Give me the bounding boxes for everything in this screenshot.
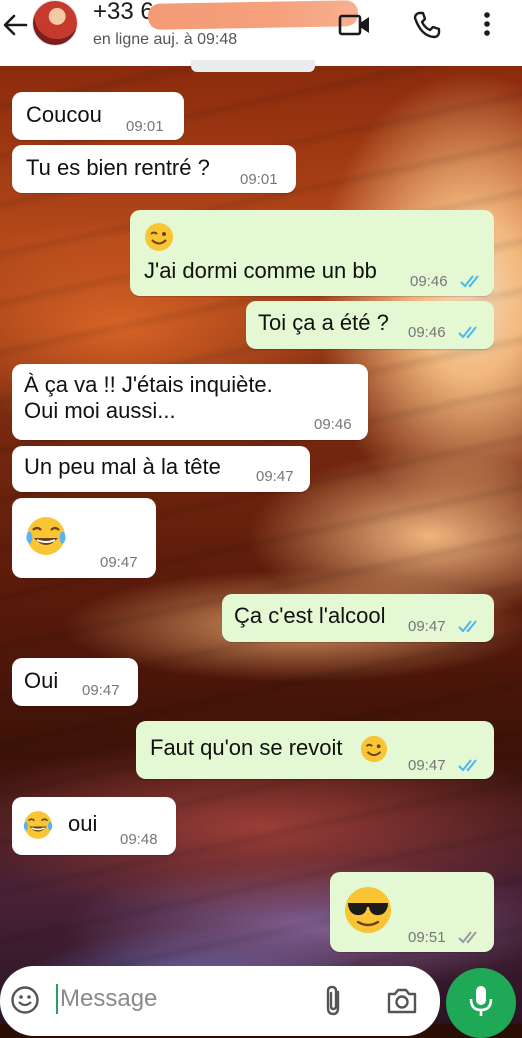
- message-text: Coucou: [26, 102, 102, 127]
- message-time: 09:01: [240, 171, 278, 188]
- redaction-mark: [147, 0, 359, 30]
- read-receipt-icon: [458, 759, 477, 772]
- more-options-icon[interactable]: [480, 10, 494, 40]
- read-receipt-icon: [458, 620, 477, 633]
- message-bubble-outgoing[interactable]: Ça c'est l'alcool 09:47: [222, 594, 494, 642]
- message-time: 09:47: [408, 757, 446, 774]
- message-bubble-incoming[interactable]: 09:47: [12, 498, 156, 578]
- contact-status: en ligne auj. à 09:48: [93, 31, 238, 48]
- message-bubble-incoming[interactable]: oui 09:48: [12, 797, 176, 855]
- delivered-receipt-icon: [458, 931, 477, 944]
- message-bubble-incoming[interactable]: Tu es bien rentré ? 09:01: [12, 145, 296, 193]
- message-time: 09:47: [82, 682, 120, 699]
- message-text-line: Oui moi aussi...: [24, 398, 176, 423]
- message-time: 09:46: [314, 416, 352, 433]
- message-bubble-incoming[interactable]: Oui 09:47: [12, 658, 138, 706]
- contact-name[interactable]: +33 6: [93, 0, 154, 26]
- message-time: 09:01: [126, 118, 164, 135]
- message-text: Faut qu'on se revoit: [150, 735, 343, 760]
- message-text: Toi ça a été ?: [258, 310, 389, 335]
- read-receipt-icon: [458, 326, 477, 339]
- message-bubble-outgoing[interactable]: 09:51: [330, 872, 494, 952]
- emoji-icon[interactable]: [10, 985, 40, 1015]
- message-text: Un peu mal à la tête: [24, 454, 221, 479]
- mic-icon: [469, 986, 493, 1016]
- message-text: Ça c'est l'alcool: [234, 603, 386, 628]
- message-time: 09:46: [410, 273, 448, 290]
- message-bubble-outgoing[interactable]: Toi ça a été ? 09:46: [246, 301, 494, 349]
- message-bubble-incoming[interactable]: Coucou 09:01: [12, 92, 184, 140]
- chat-header: +33 6 en ligne auj. à 09:48: [0, 0, 522, 66]
- date-chip: [191, 60, 315, 72]
- message-text: Oui: [24, 668, 59, 693]
- contact-avatar[interactable]: [32, 0, 78, 46]
- read-receipt-icon: [460, 275, 479, 288]
- message-time: 09:48: [120, 831, 158, 848]
- message-input[interactable]: Message: [60, 985, 157, 1013]
- voice-call-icon[interactable]: [412, 10, 442, 40]
- winking-face-emoji: [360, 735, 388, 763]
- message-time: 09:47: [100, 554, 138, 571]
- tears-of-joy-emoji: [26, 517, 66, 555]
- message-text: Tu es bien rentré ?: [26, 155, 210, 180]
- winking-face-emoji: [145, 223, 173, 251]
- message-time: 09:47: [408, 618, 446, 635]
- camera-icon[interactable]: [386, 986, 418, 1016]
- tears-of-joy-emoji: [23, 811, 53, 839]
- back-arrow-icon[interactable]: [2, 12, 28, 38]
- text-caret: [56, 984, 58, 1014]
- sunglasses-face-emoji: [345, 887, 391, 933]
- message-text: oui: [68, 811, 98, 836]
- attach-icon[interactable]: [322, 984, 346, 1018]
- message-time: 09:51: [408, 929, 446, 946]
- message-bubble-incoming[interactable]: À ça va !! J'étais inquiète. Oui moi aus…: [12, 364, 368, 440]
- message-bubble-outgoing[interactable]: J'ai dormi comme un bb 09:46: [130, 210, 494, 296]
- message-bubble-outgoing[interactable]: Faut qu'on se revoit 09:47: [136, 721, 494, 779]
- mic-button[interactable]: [446, 968, 516, 1038]
- message-time: 09:47: [256, 468, 294, 485]
- video-call-icon[interactable]: [338, 12, 372, 38]
- message-bubble-incoming[interactable]: Un peu mal à la tête 09:47: [12, 446, 310, 492]
- message-time: 09:46: [408, 324, 446, 341]
- message-text: J'ai dormi comme un bb: [144, 258, 377, 283]
